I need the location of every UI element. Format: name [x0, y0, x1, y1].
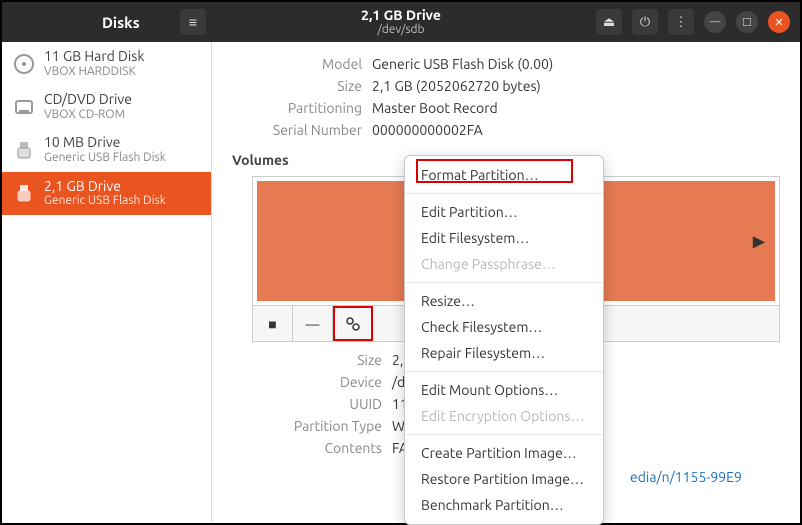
menu-separator [405, 282, 603, 283]
app-name: Disks [102, 14, 140, 31]
maximize-button[interactable]: ☐ [736, 11, 758, 33]
hamburger-button[interactable]: ≡ [180, 9, 206, 35]
title-right-controls: ⏏ ⏻ ⋮ — ☐ ✕ [596, 9, 790, 35]
minus-icon: — [306, 316, 320, 332]
menu-resize[interactable]: Resize… [405, 288, 603, 314]
power-icon: ⏻ [640, 15, 650, 30]
drive-name: 11 GB Hard Disk [44, 48, 144, 65]
label: Model [232, 56, 362, 72]
menu-benchmark-partition[interactable]: Benchmark Partition… [405, 492, 603, 518]
label: Contents [252, 440, 382, 456]
close-icon: ✕ [774, 16, 783, 29]
value: Generic USB Flash Disk (0.00) [372, 56, 553, 72]
eject-icon: ⏏ [603, 15, 615, 30]
drive-path: /dev/sdb [361, 23, 441, 36]
drive-sub: Generic USB Flash Disk [44, 194, 166, 208]
play-icon[interactable]: ▶ [753, 232, 765, 251]
hamburger-icon: ≡ [189, 14, 197, 30]
sidebar-drive-usb-selected[interactable]: 2,1 GB Drive Generic USB Flash Disk [2, 172, 211, 215]
value: Master Boot Record [372, 100, 498, 116]
sidebar-drive-usb-small[interactable]: 10 MB Drive Generic USB Flash Disk [2, 128, 211, 171]
drive-sub: Generic USB Flash Disk [44, 151, 166, 165]
row-serial: Serial Number 000000000002FA [232, 122, 780, 138]
menu-separator [405, 434, 603, 435]
stop-button[interactable]: ■ [253, 306, 293, 341]
drive-name: 2,1 GB Drive [44, 178, 166, 195]
label: Partitioning [232, 100, 362, 116]
menu-edit-mount-options[interactable]: Edit Mount Options… [405, 377, 603, 403]
drive-title: 2,1 GB Drive [361, 8, 441, 23]
menu-edit-encryption-options: Edit Encryption Options… [405, 403, 603, 429]
cd-icon [12, 95, 36, 119]
gear-button[interactable] [333, 306, 373, 341]
minus-button[interactable]: — [293, 306, 333, 341]
maximize-icon: ☐ [742, 16, 752, 29]
row-size: Size 2,1 GB (2052062720 bytes) [232, 78, 780, 94]
title-center: 2,1 GB Drive /dev/sdb [361, 8, 441, 37]
menu-repair-filesystem[interactable]: Repair Filesystem… [405, 340, 603, 366]
kebab-icon: ⋮ [675, 15, 688, 30]
eject-button[interactable]: ⏏ [596, 9, 622, 35]
kebab-button[interactable]: ⋮ [668, 9, 694, 35]
menu-edit-filesystem[interactable]: Edit Filesystem… [405, 225, 603, 251]
stop-icon: ■ [268, 316, 276, 332]
label: Size [232, 78, 362, 94]
row-model: Model Generic USB Flash Disk (0.00) [232, 56, 780, 72]
close-button[interactable]: ✕ [768, 11, 790, 33]
menu-check-filesystem[interactable]: Check Filesystem… [405, 314, 603, 340]
menu-separator [405, 371, 603, 372]
menu-edit-partition[interactable]: Edit Partition… [405, 199, 603, 225]
gear-icon [344, 315, 362, 333]
partition-menu: Format Partition… Edit Partition… Edit F… [404, 155, 604, 525]
menu-separator [405, 193, 603, 194]
menu-format-partition[interactable]: Format Partition… [405, 162, 603, 188]
mount-path-link[interactable]: edia/n/1155-99E9 [630, 469, 742, 485]
menu-change-passphrase: Change Passphrase… [405, 251, 603, 277]
value: 2,1 GB (2052062720 bytes) [372, 78, 541, 94]
content: 11 GB Hard Disk VBOX HARDDISK CD/DVD Dri… [2, 42, 800, 523]
sidebar-drive-cd[interactable]: CD/DVD Drive VBOX CD-ROM [2, 85, 211, 128]
titlebar: Disks ≡ 2,1 GB Drive /dev/sdb ⏏ ⏻ ⋮ — ☐ … [2, 2, 800, 42]
drive-sub: VBOX CD-ROM [44, 108, 132, 122]
sidebar-drive-hdd[interactable]: 11 GB Hard Disk VBOX HARDDISK [2, 42, 211, 85]
label: Serial Number [232, 122, 362, 138]
sidebar: 11 GB Hard Disk VBOX HARDDISK CD/DVD Dri… [2, 42, 212, 523]
label: Device [252, 374, 382, 390]
menu-create-partition-image[interactable]: Create Partition Image… [405, 440, 603, 466]
hdd-icon [12, 52, 36, 76]
row-partitioning: Partitioning Master Boot Record [232, 100, 780, 116]
usb-icon [12, 138, 36, 162]
drive-name: CD/DVD Drive [44, 91, 132, 108]
minimize-button[interactable]: — [704, 11, 726, 33]
drive-sub: VBOX HARDDISK [44, 65, 144, 79]
value: 000000000002FA [372, 122, 483, 138]
menu-restore-partition-image[interactable]: Restore Partition Image… [405, 466, 603, 492]
minimize-icon: — [710, 16, 721, 28]
label: UUID [252, 396, 382, 412]
label: Size [252, 352, 382, 368]
drive-name: 10 MB Drive [44, 134, 166, 151]
power-button[interactable]: ⏻ [632, 9, 658, 35]
usb-icon [12, 181, 36, 205]
label: Partition Type [252, 418, 382, 434]
